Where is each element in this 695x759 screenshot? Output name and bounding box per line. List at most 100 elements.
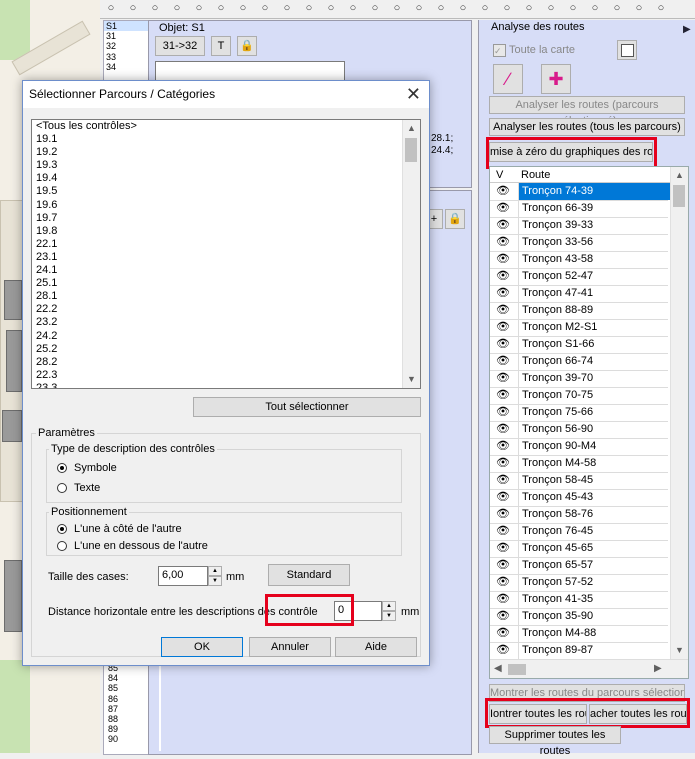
table-row[interactable]: 👁 Tronçon 52-47 <box>490 268 668 286</box>
tool-circle-icon[interactable]: ○ <box>192 1 206 15</box>
cell-size-field[interactable]: 6,00 <box>158 566 208 586</box>
tool-circle-icon[interactable]: ○ <box>500 1 514 15</box>
list-item[interactable]: 89 <box>106 724 150 734</box>
table-row[interactable]: 👁 Tronçon 39-33 <box>490 217 668 235</box>
table-row[interactable]: 👁 Tronçon 58-45 <box>490 472 668 490</box>
help-button[interactable]: Aide <box>335 637 417 657</box>
table-row[interactable]: 👁 Tronçon 76-45 <box>490 523 668 541</box>
list-item[interactable]: 19.7 <box>32 212 420 225</box>
list-item[interactable]: 19.2 <box>32 146 420 159</box>
list-item[interactable]: 22.1 <box>32 238 420 251</box>
table-row[interactable]: 👁 Tronçon 70-75 <box>490 387 668 405</box>
eye-icon[interactable]: 👁 <box>490 591 516 608</box>
tool-circle-icon[interactable]: ○ <box>302 1 316 15</box>
tool-circle-icon[interactable]: ○ <box>544 1 558 15</box>
list-item[interactable]: 23.1 <box>32 251 420 264</box>
eye-icon[interactable]: 👁 <box>490 268 516 285</box>
table-row[interactable]: 👁 Tronçon 74-39 <box>490 183 670 201</box>
table-row[interactable]: 👁 Tronçon 45-65 <box>490 540 668 558</box>
delete-all-routes-button[interactable]: Supprimer toutes les routes <box>489 726 621 757</box>
lock-button[interactable]: 🔒 <box>237 36 257 56</box>
scroll-left-icon[interactable]: ◀ <box>494 663 502 674</box>
eye-icon[interactable]: 👁 <box>490 421 516 438</box>
below-radio[interactable] <box>57 541 67 551</box>
text-button[interactable]: T <box>211 36 231 56</box>
spin-down-icon[interactable]: ▼ <box>382 611 396 621</box>
table-row[interactable]: 👁 Tronçon 43-58 <box>490 251 668 269</box>
listbox-scrollbar[interactable]: ▲ ▼ <box>402 120 420 388</box>
range-button[interactable]: 31->32 <box>155 36 205 56</box>
eye-icon[interactable]: 👁 <box>490 217 516 234</box>
ok-button[interactable]: OK <box>161 637 243 657</box>
hdist-field[interactable]: 0 <box>334 601 382 621</box>
spin-down-icon[interactable]: ▼ <box>208 576 222 586</box>
column-header-v[interactable]: V <box>496 169 503 181</box>
eye-icon[interactable]: 👁 <box>490 234 516 251</box>
list-item[interactable]: 84 <box>106 673 150 683</box>
tool-circle-icon[interactable]: ○ <box>654 1 668 15</box>
text-radio[interactable] <box>57 483 67 493</box>
show-map-checkbox[interactable]: ✓ <box>493 44 506 57</box>
eye-icon[interactable]: 👁 <box>490 404 516 421</box>
table-row[interactable]: 👁 Tronçon S1-66 <box>490 336 668 354</box>
spin-up-icon[interactable]: ▲ <box>382 601 396 611</box>
tool-circle-icon[interactable]: ○ <box>346 1 360 15</box>
table-row[interactable]: 👁 Tronçon 35-90 <box>490 608 668 626</box>
list-item[interactable]: 86 <box>106 694 150 704</box>
list-item[interactable]: 24.2 <box>32 330 420 343</box>
tool-circle-icon[interactable]: ○ <box>588 1 602 15</box>
tool-circle-icon[interactable]: ○ <box>434 1 448 15</box>
analyze-all-button[interactable]: Analyser les routes (tous les parcours) <box>489 118 685 136</box>
eye-icon[interactable]: 👁 <box>490 642 516 659</box>
reset-graphics-button[interactable]: mise à zéro du graphiques des rou <box>489 142 653 162</box>
square-button[interactable] <box>617 40 637 60</box>
tool-circle-icon[interactable]: ○ <box>390 1 404 15</box>
tool-circle-icon[interactable]: ○ <box>522 1 536 15</box>
eye-icon[interactable]: 👁 <box>490 506 516 523</box>
scroll-thumb[interactable] <box>508 664 526 675</box>
table-row[interactable]: 👁 Tronçon M4-58 <box>490 455 668 473</box>
list-item[interactable]: 19.1 <box>32 133 420 146</box>
eye-icon[interactable]: 👁 <box>490 540 516 557</box>
table-row[interactable]: 👁 Tronçon 41-35 <box>490 591 668 609</box>
expand-arrow-icon[interactable]: ▶ <box>683 24 691 35</box>
eye-icon[interactable]: 👁 <box>490 370 516 387</box>
symbol-radio[interactable] <box>57 463 67 473</box>
table-row[interactable]: 👁 Tronçon 47-41 <box>490 285 668 303</box>
analyze-selected-button[interactable]: Analyser les routes (parcours sélectionn… <box>489 96 685 127</box>
eye-icon[interactable]: 👁 <box>490 353 516 370</box>
eye-icon[interactable]: 👁 <box>490 455 516 472</box>
route-table[interactable]: V Route 👁 Tronçon 74-39 👁 Tronçon 66-39 👁 Tro… <box>489 166 689 679</box>
tool-circle-icon[interactable]: ○ <box>566 1 580 15</box>
list-item[interactable]: 32 <box>104 41 148 51</box>
scroll-thumb[interactable] <box>673 185 685 207</box>
scroll-up-icon[interactable]: ▲ <box>671 167 688 184</box>
table-row[interactable]: 👁 Tronçon M4-88 <box>490 625 668 643</box>
list-item[interactable]: 88 <box>106 714 150 724</box>
show-all-routes-button[interactable]: Iontrer toutes les route <box>489 704 587 724</box>
list-item[interactable]: <Tous les contrôles> <box>32 120 420 133</box>
eye-icon[interactable]: 👁 <box>490 625 516 642</box>
lock-button[interactable]: 🔒 <box>445 209 465 229</box>
list-item[interactable]: 90 <box>106 734 150 744</box>
table-row[interactable]: 👁 Tronçon 75-66 <box>490 404 668 422</box>
route-table-hscrollbar[interactable]: ◀ ▶ <box>490 659 688 678</box>
add-route-button[interactable]: ✚ <box>541 64 571 94</box>
list-item[interactable]: 85 <box>106 683 150 693</box>
list-item[interactable]: 22.2 <box>32 303 420 316</box>
list-item[interactable]: 22.3 <box>32 369 420 382</box>
eye-icon[interactable]: 👁 <box>490 285 516 302</box>
list-item[interactable]: 19.5 <box>32 185 420 198</box>
show-selected-routes-button[interactable]: Montrer les routes du parcours sélection… <box>489 684 685 702</box>
route-table-scrollbar[interactable]: ▲ ▼ <box>670 167 688 659</box>
table-row[interactable]: 👁 Tronçon 66-74 <box>490 353 668 371</box>
scroll-down-icon[interactable]: ▼ <box>671 642 688 659</box>
table-row[interactable]: 👁 Tronçon 33-56 <box>490 234 668 252</box>
table-row[interactable]: 👁 Tronçon 57-52 <box>490 574 668 592</box>
table-row[interactable]: 👁 Tronçon 89-87 <box>490 642 668 660</box>
list-item[interactable]: 24.1 <box>32 264 420 277</box>
eye-icon[interactable]: 👁 <box>490 523 516 540</box>
eye-icon[interactable]: 👁 <box>490 251 516 268</box>
dialog-titlebar[interactable]: Sélectionner Parcours / Catégories ✕ <box>23 81 429 108</box>
column-header-route[interactable]: Route <box>521 169 550 181</box>
